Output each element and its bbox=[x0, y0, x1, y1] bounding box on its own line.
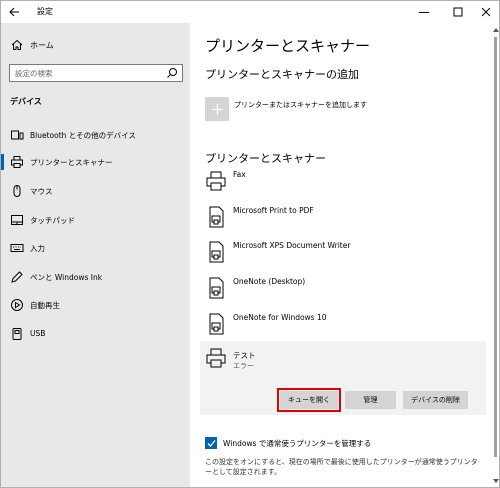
manage-button[interactable]: 管理 bbox=[345, 391, 396, 409]
printers-section-title: プリンターとスキャナー bbox=[205, 152, 326, 165]
maximize-icon bbox=[453, 7, 463, 17]
printer-item-onenote-desktop[interactable]: OneNote (Desktop) bbox=[202, 276, 487, 306]
sidebar-item-label: プリンターとスキャナー bbox=[30, 158, 113, 167]
minimize-button[interactable] bbox=[409, 1, 439, 23]
printer-doc-icon bbox=[209, 313, 224, 335]
add-printer-label: プリンターまたはスキャナーを追加します bbox=[234, 101, 367, 109]
keyboard-icon bbox=[10, 244, 24, 252]
back-arrow-icon bbox=[8, 7, 19, 17]
window-title: 設定 bbox=[37, 7, 53, 16]
scroll-thumb[interactable] bbox=[494, 37, 497, 457]
printer-item-pdf[interactable]: Microsoft Print to PDF bbox=[202, 205, 487, 235]
add-printer-button[interactable]: プリンターまたはスキャナーを追加します bbox=[205, 97, 485, 125]
printer-doc-icon bbox=[209, 206, 224, 228]
printer-item-selected[interactable]: テスト エラー キューを開く 管理 デバイスの削除 bbox=[200, 341, 486, 415]
page-title: プリンターとスキャナー bbox=[205, 37, 371, 55]
main-content: プリンターとスキャナー プリンターとスキャナーの追加 プリンターまたはスキャナー… bbox=[190, 23, 499, 487]
minimize-icon bbox=[419, 12, 429, 13]
printer-icon bbox=[11, 156, 23, 168]
printer-doc-icon bbox=[209, 277, 224, 299]
printer-item-onenote-win10[interactable]: OneNote for Windows 10 bbox=[202, 312, 487, 342]
sidebar-item-label: USB bbox=[30, 329, 46, 338]
sidebar-item-touchpad[interactable]: タッチパッド bbox=[1, 209, 190, 231]
scrollbar[interactable] bbox=[492, 23, 499, 487]
title-bar: 設定 bbox=[1, 1, 499, 23]
printer-name: OneNote (Desktop) bbox=[233, 277, 306, 286]
section-title: デバイス bbox=[10, 97, 42, 106]
sidebar: ホーム デバイス Bluetooth とその他のデバイス プリンターとスキャナー… bbox=[1, 23, 190, 487]
close-button[interactable] bbox=[471, 1, 499, 23]
search-icon[interactable] bbox=[166, 67, 178, 79]
sidebar-item-mouse[interactable]: マウス bbox=[1, 180, 190, 202]
printer-name: Microsoft Print to PDF bbox=[233, 206, 314, 215]
add-plus-tile bbox=[205, 97, 229, 121]
home-nav-item[interactable]: ホーム bbox=[1, 35, 190, 55]
printer-name: Fax bbox=[233, 170, 246, 179]
scroll-down-button[interactable] bbox=[492, 479, 499, 485]
back-button[interactable] bbox=[5, 3, 23, 21]
sidebar-item-autoplay[interactable]: 自動再生 bbox=[1, 294, 190, 316]
add-section-title: プリンターとスキャナーの追加 bbox=[205, 68, 359, 81]
default-printer-checkbox[interactable] bbox=[205, 437, 217, 449]
sidebar-item-label: 入力 bbox=[30, 244, 45, 253]
sidebar-item-usb[interactable]: USB bbox=[1, 323, 190, 345]
printer-name: テスト bbox=[233, 351, 256, 360]
printer-item-fax[interactable]: Fax bbox=[202, 169, 487, 199]
default-printer-note: この設定をオンにすると、現在の場所で最後に使用したプリンターが通常使うプリンター… bbox=[205, 458, 478, 476]
pen-icon bbox=[11, 271, 23, 283]
printer-name: Microsoft XPS Document Writer bbox=[233, 241, 351, 250]
default-printer-checkbox-row[interactable]: Windows で通常使うプリンターを管理する bbox=[205, 437, 490, 451]
printer-status: エラー bbox=[233, 362, 254, 370]
remove-device-button[interactable]: デバイスの削除 bbox=[403, 391, 468, 409]
fax-icon bbox=[206, 171, 226, 191]
sidebar-item-label: タッチパッド bbox=[30, 216, 75, 225]
sidebar-item-typing[interactable]: 入力 bbox=[1, 237, 190, 259]
chevron-up-icon bbox=[492, 28, 499, 32]
search-box[interactable] bbox=[9, 64, 183, 82]
sidebar-item-label: Bluetooth とその他のデバイス bbox=[30, 131, 136, 140]
printer-icon bbox=[206, 348, 226, 368]
touchpad-icon bbox=[11, 215, 23, 225]
bluetooth-icon bbox=[11, 130, 24, 140]
autoplay-icon bbox=[11, 299, 23, 311]
open-queue-button[interactable]: キューを開く bbox=[277, 388, 341, 412]
close-icon bbox=[481, 7, 491, 17]
sidebar-item-printers[interactable]: プリンターとスキャナー bbox=[1, 151, 190, 173]
settings-window: 設定 ホーム デバイス Bluetooth とその他のデバイス プリンターとスキ… bbox=[0, 0, 500, 488]
chevron-down-icon bbox=[492, 479, 499, 483]
sidebar-item-label: マウス bbox=[30, 187, 53, 196]
scroll-up-button[interactable] bbox=[492, 27, 499, 33]
checkmark-icon bbox=[207, 439, 216, 447]
usb-icon bbox=[12, 328, 22, 340]
sidebar-item-label: ペンと Windows Ink bbox=[30, 273, 103, 282]
printer-item-xps[interactable]: Microsoft XPS Document Writer bbox=[202, 240, 487, 270]
sidebar-item-pen[interactable]: ペンと Windows Ink bbox=[1, 266, 190, 288]
home-icon bbox=[11, 39, 23, 50]
plus-icon bbox=[211, 103, 223, 115]
maximize-button[interactable] bbox=[443, 1, 473, 23]
home-label: ホーム bbox=[30, 41, 54, 50]
printer-doc-icon bbox=[209, 241, 224, 263]
default-printer-label: Windows で通常使うプリンターを管理する bbox=[223, 439, 372, 448]
sidebar-item-label: 自動再生 bbox=[30, 301, 60, 310]
settings-search-input[interactable] bbox=[10, 65, 160, 81]
mouse-icon bbox=[13, 185, 21, 197]
printer-name: OneNote for Windows 10 bbox=[233, 313, 327, 322]
sidebar-item-bluetooth[interactable]: Bluetooth とその他のデバイス bbox=[1, 124, 190, 146]
